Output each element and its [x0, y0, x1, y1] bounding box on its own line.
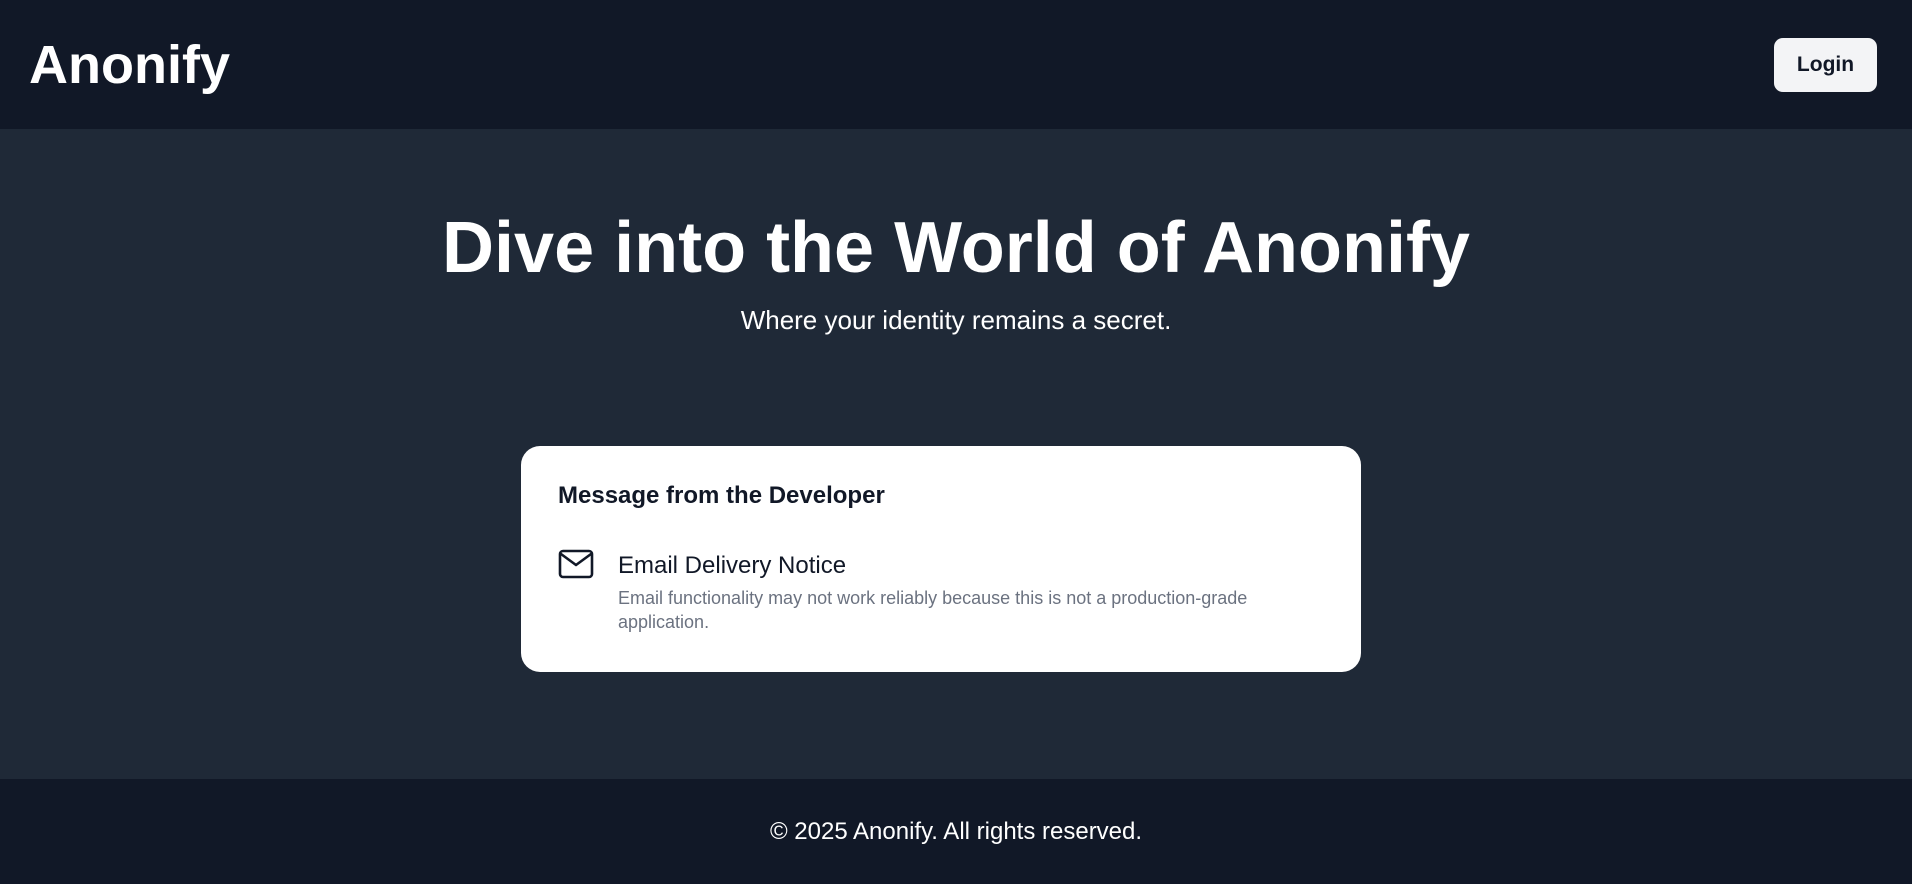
notice-heading: Email Delivery Notice [618, 552, 847, 579]
main-content: Dive into the World of Anonify Where you… [0, 129, 1912, 779]
mail-icon [558, 548, 594, 580]
card-title: Message from the Developer [558, 482, 885, 509]
developer-message-card: Message from the Developer Email Deliver… [521, 446, 1361, 672]
notice-text: Email Delivery Notice Email functionalit… [618, 552, 1278, 634]
email-delivery-notice: Email Delivery Notice Email functionalit… [558, 549, 1324, 634]
notice-body: Email functionality may not work reliabl… [618, 588, 1248, 632]
app-logo[interactable]: Anonify [29, 34, 230, 96]
footer: © 2025 Anonify. All rights reserved. [0, 779, 1912, 884]
hero-title: Dive into the World of Anonify [442, 208, 1470, 288]
copyright-text: © 2025 Anonify. All rights reserved. [769, 817, 1143, 845]
login-button[interactable]: Login [1774, 37, 1877, 92]
top-navbar: Anonify Login [0, 0, 1912, 129]
page: Anonify Login Dive into the World of Ano… [0, 0, 1912, 884]
hero-subtitle: Where your identity remains a secret. [740, 304, 1172, 335]
